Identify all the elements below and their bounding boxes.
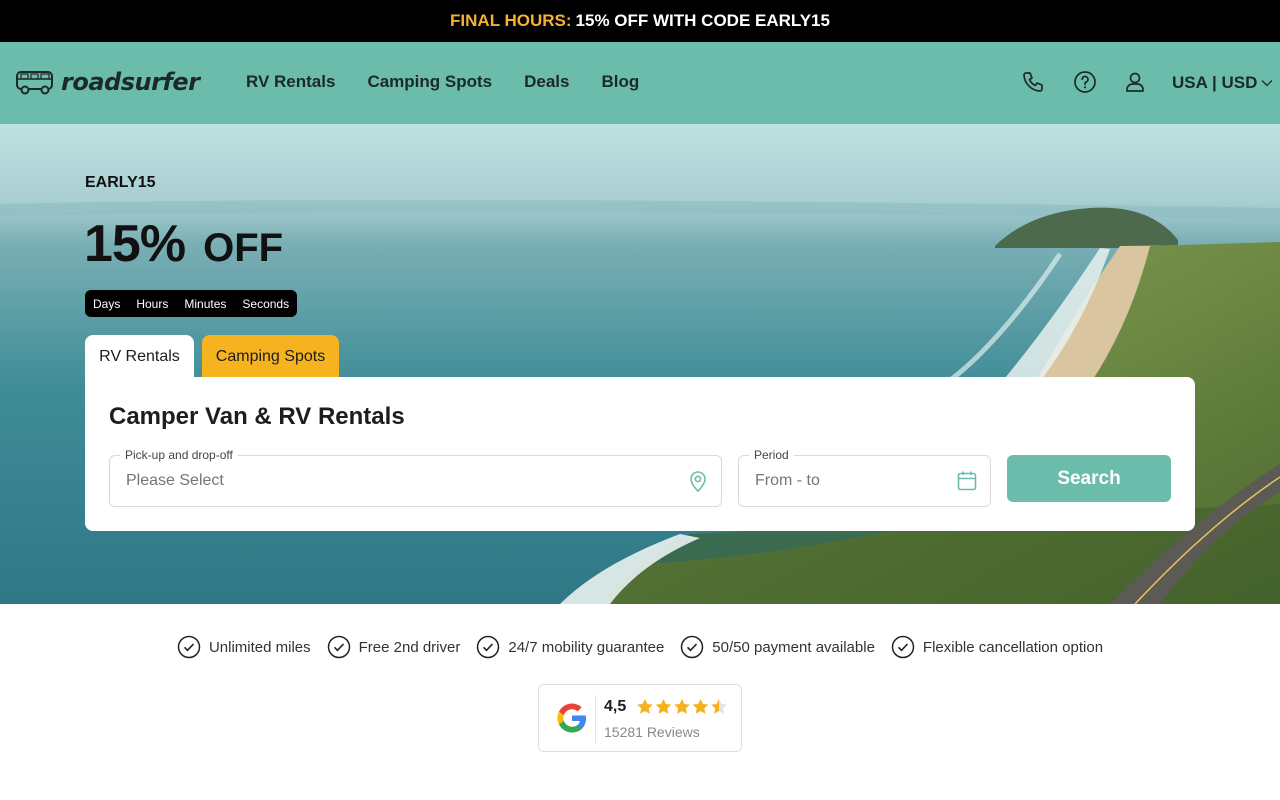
usp-list: Unlimited miles Free 2nd driver 24/7 mob…: [0, 635, 1280, 659]
search-card: Camper Van & RV Rentals Pick-up and drop…: [85, 377, 1195, 531]
locale-label: USA | USD: [1172, 73, 1258, 92]
chevron-down-icon: [1261, 80, 1273, 87]
promo-highlight: FINAL HOURS:: [450, 11, 572, 30]
logo-text: roadsurfer: [61, 68, 200, 96]
star-icon: [674, 699, 690, 714]
phone-icon[interactable]: [1021, 70, 1045, 94]
star-icon: [711, 699, 727, 714]
logo[interactable]: roadsurfer: [15, 68, 200, 96]
main-nav: RV Rentals Camping Spots Deals Blog: [246, 72, 639, 92]
countdown-timer: Days Hours Minutes Seconds: [85, 290, 298, 317]
usp-label: Flexible cancellation option: [922, 638, 1104, 656]
promo-code: EARLY15: [85, 174, 156, 191]
location-field[interactable]: Pick-up and drop-off: [109, 448, 722, 507]
usp-label: Unlimited miles: [208, 638, 311, 656]
usp-label: 24/7 mobility guarantee: [508, 638, 665, 656]
hero-section: EARLY15 15% OFF Days Hours Minutes Secon…: [0, 124, 1280, 604]
badge-divider: [595, 695, 596, 743]
star-rating: [637, 699, 727, 714]
usp-label: 50/50 payment available: [712, 638, 875, 656]
countdown-minutes: Minutes: [184, 296, 227, 311]
google-g-icon: [557, 703, 586, 733]
promo-text: 15% OFF WITH CODE EARLY15: [575, 11, 830, 30]
site-header: roadsurfer RV Rentals Camping Spots Deal…: [0, 42, 1280, 124]
van-logo-icon: [16, 71, 53, 95]
check-circle-icon: [891, 635, 915, 659]
locale-selector[interactable]: USA | USD: [1172, 73, 1273, 93]
promo-banner: FINAL HOURS: 15% OFF WITH CODE EARLY15: [0, 0, 1280, 42]
usp-item: Unlimited miles: [177, 635, 311, 659]
tab-camping-spots[interactable]: Camping Spots: [202, 335, 339, 378]
nav-deals[interactable]: Deals: [524, 72, 569, 92]
search-title: Camper Van & RV Rentals: [109, 403, 405, 430]
usp-item: Flexible cancellation option: [891, 635, 1103, 659]
user-icon[interactable]: [1123, 70, 1147, 94]
nav-camping-spots[interactable]: Camping Spots: [367, 72, 492, 92]
location-label: Pick-up and drop-off: [120, 448, 238, 462]
check-circle-icon: [327, 635, 350, 659]
map-pin-icon: [690, 471, 706, 492]
discount-suffix: OFF: [203, 226, 284, 270]
discount-value: 15%: [84, 215, 186, 273]
period-field[interactable]: Period: [738, 448, 991, 507]
rating-value: 4,5: [604, 698, 627, 715]
star-icon: [692, 699, 709, 714]
discount-headline: 15% OFF: [84, 214, 283, 274]
check-circle-icon: [477, 635, 500, 659]
google-reviews-badge[interactable]: 4,5 15281 Reviews: [538, 684, 742, 752]
calendar-icon[interactable]: [957, 470, 977, 492]
usp-item: Free 2nd driver: [327, 635, 461, 659]
nav-rv-rentals[interactable]: RV Rentals: [246, 72, 335, 92]
location-input[interactable]: [126, 472, 626, 490]
tab-rv-rentals[interactable]: RV Rentals: [85, 335, 194, 378]
countdown-seconds: Seconds: [242, 296, 290, 311]
star-icon: [637, 699, 653, 714]
countdown-days: Days: [93, 296, 121, 311]
star-icon: [655, 699, 672, 714]
usp-label: Free 2nd driver: [358, 638, 461, 656]
review-count: 15281 Reviews: [604, 724, 700, 740]
help-icon[interactable]: [1073, 70, 1097, 94]
period-input[interactable]: [755, 472, 935, 490]
search-button[interactable]: Search: [1007, 455, 1171, 502]
usp-item: 24/7 mobility guarantee: [476, 635, 664, 659]
check-circle-icon: [177, 635, 201, 659]
period-label: Period: [749, 448, 794, 462]
nav-blog[interactable]: Blog: [602, 72, 640, 92]
usp-item: 50/50 payment available: [680, 635, 875, 659]
check-circle-icon: [681, 635, 704, 659]
countdown-hours: Hours: [136, 296, 169, 311]
